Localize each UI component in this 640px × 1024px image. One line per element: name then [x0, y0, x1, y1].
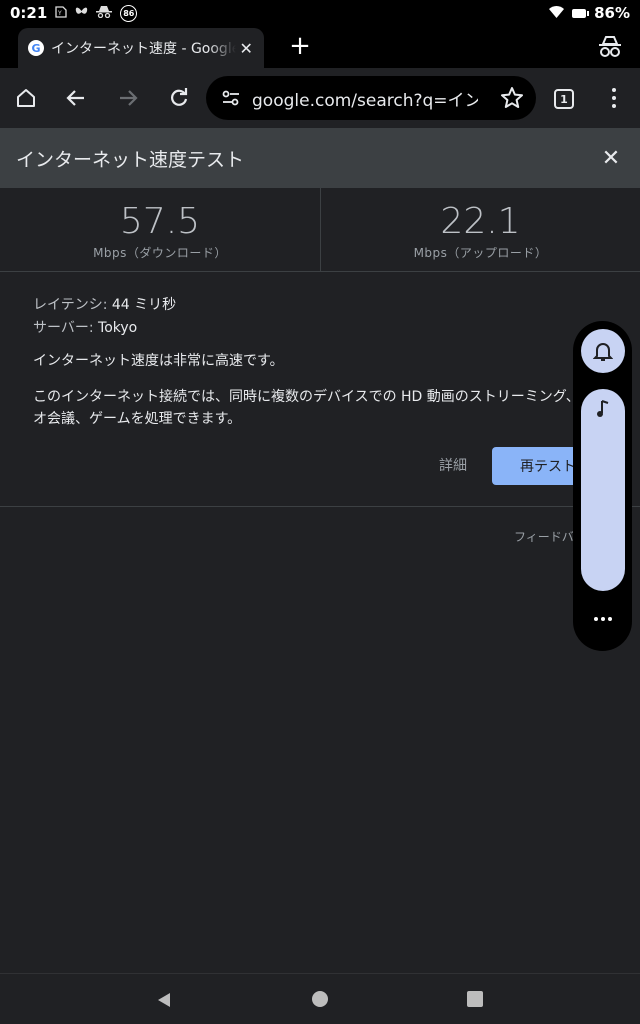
close-icon[interactable]: ✕	[598, 146, 624, 171]
site-settings-icon[interactable]	[220, 87, 242, 109]
download-result: 57.5 Mbps（ダウンロード）	[0, 188, 320, 271]
new-tab-button[interactable]: +	[286, 30, 314, 62]
reload-icon[interactable]	[163, 82, 195, 114]
upload-result: 22.1 Mbps（アップロード）	[320, 188, 640, 271]
bell-icon[interactable]	[581, 329, 625, 373]
wifi-icon	[549, 4, 565, 22]
speed-summary: インターネット速度は非常に高速です。	[33, 353, 284, 369]
svg-text:Y: Y	[57, 10, 62, 17]
tab-switcher-button[interactable]: 1	[554, 89, 574, 109]
more-menu-icon[interactable]	[604, 86, 624, 110]
music-note-icon[interactable]	[581, 389, 625, 591]
sim-icon: Y	[55, 5, 67, 21]
floating-side-panel	[573, 321, 632, 651]
tab-strip: G インターネット速度 - Google ✕ +	[0, 26, 640, 68]
divider	[0, 506, 640, 507]
system-nav-bar	[0, 973, 640, 1024]
badge-icon: 86	[120, 4, 138, 22]
battery-percent: 86%	[594, 4, 630, 22]
upload-unit: Mbps（アップロード）	[413, 246, 548, 260]
address-bar[interactable]: google.com/search?q=インタ	[206, 76, 536, 120]
speed-description: このインターネット接続では、同時に複数のデバイスでの HD 動画のストリーミング…	[33, 389, 608, 427]
google-favicon-icon: G	[28, 40, 44, 56]
latency-line: レイテンシ: 44 ミリ秒	[33, 294, 613, 317]
url-text[interactable]: google.com/search?q=インタ	[252, 86, 478, 111]
butterfly-icon	[75, 6, 88, 20]
clock: 0:21	[10, 4, 48, 22]
latency-value: 44 ミリ秒	[111, 297, 177, 313]
battery-icon	[572, 8, 590, 18]
close-tab-icon[interactable]: ✕	[236, 39, 256, 58]
browser-tab[interactable]: G インターネット速度 - Google ✕	[18, 28, 264, 68]
nav-back-icon[interactable]	[154, 990, 174, 1010]
latency-label: レイテンシ:	[33, 297, 112, 313]
incognito-icon[interactable]	[596, 34, 624, 60]
home-icon[interactable]	[10, 82, 42, 114]
details-button[interactable]: 詳細	[430, 452, 476, 478]
bookmark-star-icon[interactable]	[500, 86, 524, 110]
download-unit: Mbps（ダウンロード）	[93, 246, 227, 260]
speedtest-header: インターネット速度テスト ✕	[0, 128, 640, 188]
incognito-icon	[96, 5, 113, 21]
forward-icon[interactable]	[112, 82, 144, 114]
test-info: レイテンシ: 44 ミリ秒 サーバー: Tokyo	[33, 294, 613, 340]
server-line: サーバー: Tokyo	[33, 317, 613, 340]
status-bar: 0:21 Y 86 86%	[0, 0, 640, 26]
server-value: Tokyo	[98, 320, 138, 336]
more-options-icon[interactable]	[589, 611, 617, 627]
browser-toolbar: google.com/search?q=インタ 1	[0, 68, 640, 128]
nav-home-icon[interactable]	[312, 991, 328, 1007]
upload-value: 22.1	[440, 201, 521, 242]
nav-recent-apps-icon[interactable]	[467, 991, 483, 1007]
tab-title: インターネット速度 - Google	[51, 41, 237, 57]
back-icon[interactable]	[60, 82, 92, 114]
download-value: 57.5	[119, 201, 201, 242]
speed-results: 57.5 Mbps（ダウンロード） 22.1 Mbps（アップロード）	[0, 188, 640, 272]
page-title: インターネット速度テスト	[16, 148, 245, 171]
server-label: サーバー:	[33, 320, 99, 336]
